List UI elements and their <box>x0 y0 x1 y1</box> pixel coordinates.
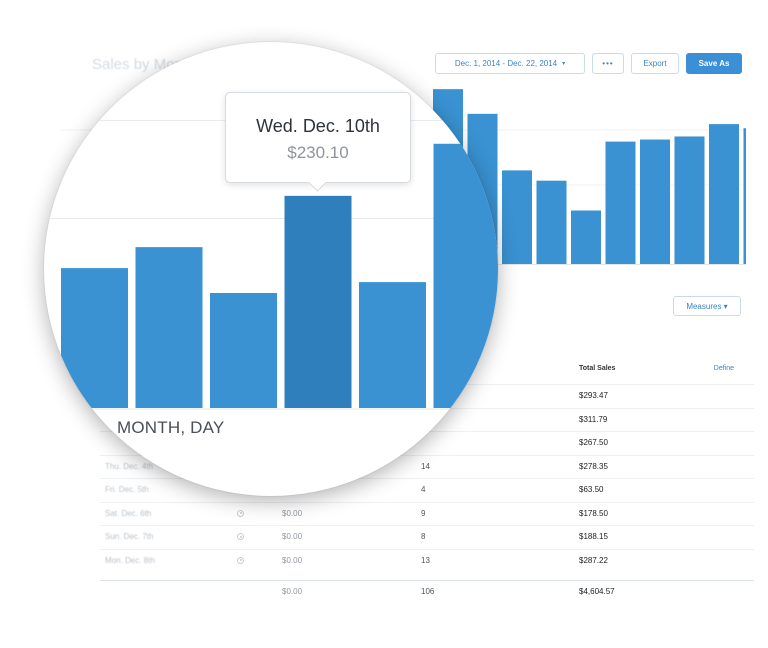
tooltip-value: $230.10 <box>287 143 349 162</box>
row-orders: 9 <box>421 508 426 518</box>
row-amount: $0.00 <box>282 508 303 518</box>
row-date: Mon. Dec. 8th <box>105 555 155 565</box>
chart-bar[interactable] <box>605 141 636 264</box>
total-orders: 106 <box>421 587 435 596</box>
export-button[interactable]: Export <box>631 53 679 74</box>
row-date: Sat. Dec. 6th <box>105 508 152 518</box>
row-radio[interactable] <box>237 509 244 517</box>
save-as-button[interactable]: Save As <box>686 53 742 74</box>
row-total-sales: $278.35 <box>579 461 608 471</box>
column-header-total-sales: Total Sales <box>579 365 616 372</box>
row-total-sales: $267.50 <box>579 438 608 447</box>
row-orders: 8 <box>421 532 426 541</box>
chart-bar[interactable] <box>135 247 203 408</box>
chart-bar[interactable] <box>571 210 601 264</box>
row-amount: $0.00 <box>282 555 303 565</box>
chart-bar[interactable] <box>61 268 128 408</box>
magnifier-lens: MONTH, DAY Wed. Dec. 10th $230.10 <box>44 42 498 496</box>
chart-bar[interactable] <box>640 139 670 264</box>
table-total-row: $0.00 106 $4,604.57 <box>100 580 754 607</box>
row-total-sales: $287.22 <box>579 555 608 565</box>
row-total-sales: $311.79 <box>579 414 608 424</box>
row-radio[interactable] <box>237 533 244 540</box>
row-amount: $0.00 <box>282 532 303 541</box>
chart-bar[interactable] <box>536 180 567 264</box>
chart-bar[interactable] <box>359 282 426 408</box>
tooltip-date: Wed. Dec. 10th <box>256 116 380 136</box>
row-total-sales: $178.50 <box>579 508 608 518</box>
row-total-sales: $293.47 <box>579 391 608 400</box>
chart-bar-highlighted[interactable] <box>284 195 352 408</box>
row-total-sales: $63.50 <box>579 485 604 494</box>
row-date: Sun. Dec. 7th <box>105 532 154 541</box>
chart-bar[interactable] <box>674 136 705 264</box>
row-orders: 13 <box>421 555 430 565</box>
more-button[interactable]: ••• <box>592 53 624 74</box>
chart-bar[interactable] <box>433 143 499 408</box>
chevron-down-icon: ▾ <box>562 61 566 67</box>
chart-bar[interactable] <box>743 128 747 264</box>
total-amount: $0.00 <box>282 587 303 596</box>
chart-bar[interactable] <box>502 170 532 264</box>
x-axis-label: MONTH, DAY <box>117 418 225 437</box>
bar-tooltip: Wed. Dec. 10th $230.10 <box>225 92 411 183</box>
define-link[interactable]: Define <box>714 365 734 372</box>
measures-dropdown[interactable]: Measures ▾ <box>673 296 741 316</box>
total-sales: $4,604.57 <box>579 587 615 596</box>
chart-bar[interactable] <box>210 292 277 408</box>
row-radio[interactable] <box>237 556 244 564</box>
table-row: Sun. Dec. 7th $0.00 8 $188.15 <box>100 525 754 549</box>
chart-bar[interactable] <box>709 124 739 264</box>
table-row: Sat. Dec. 6th $0.00 9 $178.50 <box>100 501 754 526</box>
row-total-sales: $188.15 <box>579 532 608 541</box>
table-row: Mon. Dec. 8th $0.00 13 $287.22 <box>100 548 754 573</box>
